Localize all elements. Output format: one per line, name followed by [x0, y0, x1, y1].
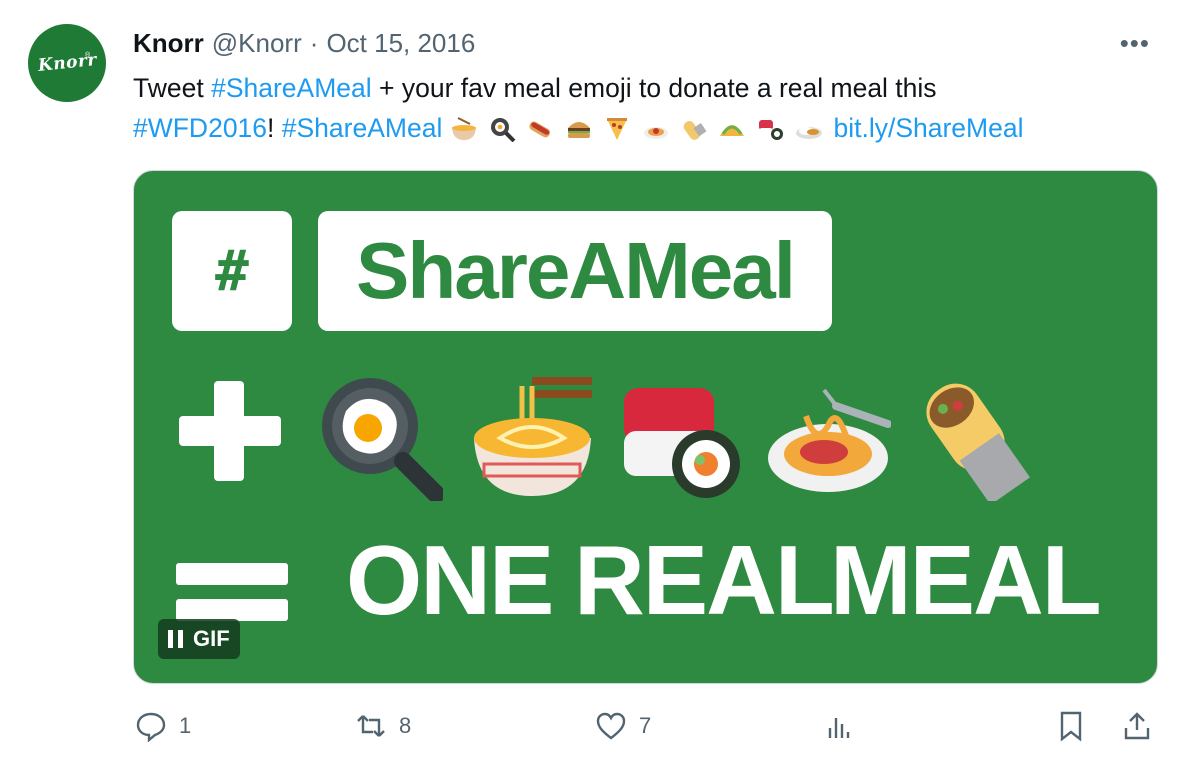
external-link[interactable]: bit.ly/ShareMeal [833, 113, 1023, 143]
retweet-icon [357, 715, 385, 737]
bookmark-button[interactable] [1055, 710, 1087, 742]
emoji-row [450, 113, 834, 143]
share-icon [1124, 712, 1150, 740]
reply-button[interactable]: 1 [135, 710, 191, 742]
retweet-button[interactable]: 8 [355, 710, 411, 742]
egg-pan-icon [491, 118, 516, 142]
plus-sign-horizontal [179, 416, 281, 446]
like-button[interactable]: 7 [595, 710, 651, 742]
burrito-icon [683, 121, 707, 140]
pizza-icon [607, 118, 628, 140]
tweet-text: Tweet #ShareAMeal + your fav meal emoji … [133, 68, 1153, 148]
views-button[interactable] [823, 710, 855, 742]
equals-sign-top [176, 563, 288, 585]
hashtag-link[interactable]: #ShareAMeal [211, 73, 372, 103]
spaghetti-icon [768, 388, 891, 492]
ramen-icon [474, 377, 592, 496]
pause-icon [168, 630, 183, 648]
hashtag-box: ShareAMeal [318, 211, 832, 331]
reply-count: 1 [179, 713, 192, 738]
analytics-icon [828, 718, 850, 738]
tweet-text-part: + your fav meal emoji to donate a real m… [371, 73, 937, 103]
spaghetti-icon [643, 127, 668, 139]
taco-icon [720, 125, 745, 136]
hotdog-icon [529, 121, 551, 138]
header-separator: · [309, 28, 319, 58]
tweet-text-part: Tweet [133, 73, 212, 103]
author-name[interactable]: Knorr [133, 28, 204, 59]
ramen-icon [451, 117, 476, 140]
equals-sign-bottom [176, 599, 288, 621]
egg-pan-icon [322, 378, 443, 501]
reply-icon [136, 712, 166, 742]
avatar[interactable]: Knorr ® [28, 24, 106, 102]
hash-box: # [172, 211, 292, 331]
hashtag-link[interactable]: #ShareAMeal [282, 113, 443, 143]
more-options-icon[interactable]: ••• [1120, 28, 1150, 59]
burrito-icon [926, 383, 1030, 501]
tweet-text-part: ! [267, 113, 282, 143]
gif-media[interactable]: # ShareAMeal ONE REAL MEAL GIF [133, 170, 1158, 684]
like-count: 7 [639, 713, 652, 738]
gif-pause-button[interactable]: GIF [158, 619, 240, 659]
word-real: REAL [574, 525, 835, 635]
bookmark-icon [1060, 711, 1082, 742]
gif-label: GIF [193, 626, 230, 651]
word-meal: MEAL [830, 525, 1102, 635]
share-button[interactable] [1121, 710, 1153, 742]
tweet-date[interactable]: Oct 15, 2016 [326, 28, 475, 59]
hashtag-link[interactable]: #WFD2016 [133, 113, 267, 143]
avatar-registered-mark: ® [85, 52, 91, 59]
tweet-actions: 1 8 7 [133, 710, 1158, 754]
retweet-count: 8 [399, 713, 412, 738]
word-one: ONE [346, 525, 554, 635]
heart-icon [596, 712, 626, 740]
tweet-header: Knorr @Knorr · Oct 15, 2016 [133, 28, 475, 58]
author-handle[interactable]: @Knorr [212, 28, 302, 59]
sushi-icon [758, 120, 783, 140]
burger-icon [567, 122, 590, 138]
curry-rice-icon [796, 127, 823, 139]
sushi-icon [624, 388, 740, 498]
